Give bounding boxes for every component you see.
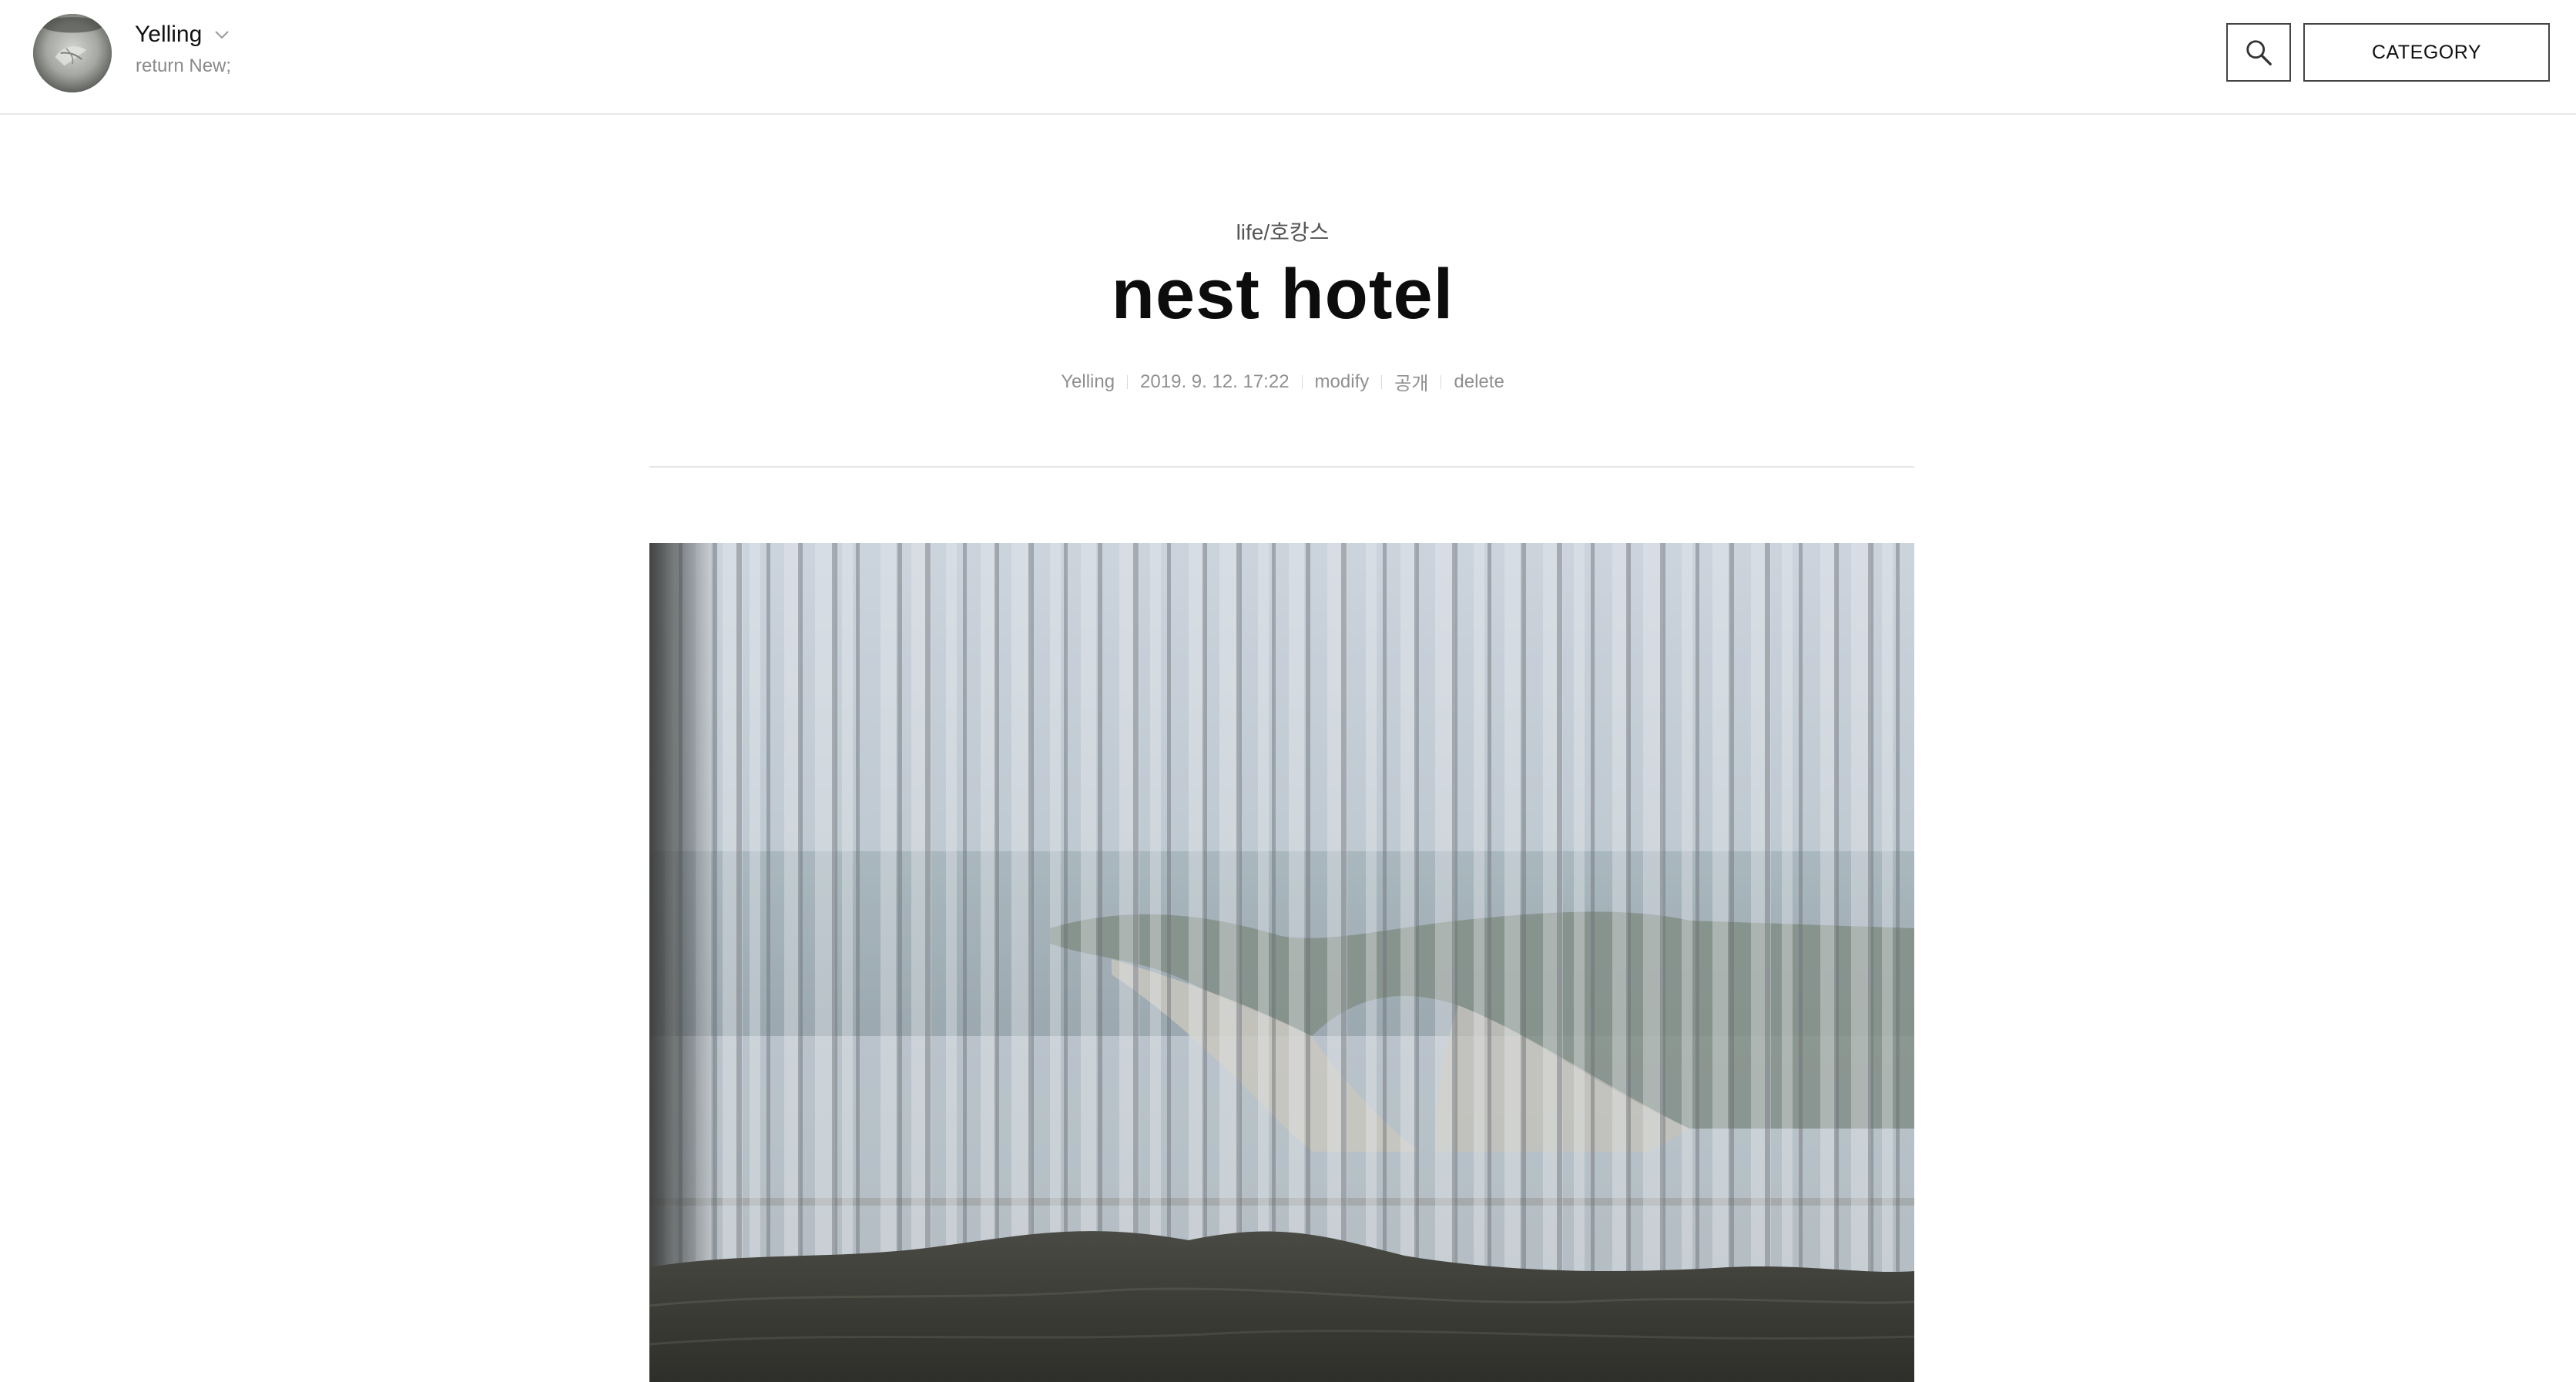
curtain-pleat-shadow	[1452, 543, 1457, 1382]
search-button[interactable]	[2226, 23, 2291, 82]
modify-link[interactable]: modify	[1313, 371, 1371, 393]
blog-title[interactable]: Yelling	[135, 22, 202, 48]
avatar-image	[33, 14, 112, 92]
post-photo	[649, 543, 1914, 1382]
curtain-pleat	[1712, 543, 1728, 1382]
curtain-pleat	[1682, 543, 1692, 1382]
meta-separator	[1127, 374, 1129, 389]
curtain-pleat	[1882, 543, 1893, 1382]
meta-separator	[1381, 374, 1383, 389]
delete-link[interactable]: delete	[1452, 371, 1505, 393]
curtain-pleat-shadow	[1414, 543, 1419, 1382]
blog-description: return New;	[136, 55, 232, 76]
curtain-pleat-shadow	[1521, 543, 1526, 1382]
hotel-window-photo	[649, 543, 1914, 1382]
curtain-pleat	[1612, 543, 1628, 1382]
curtain-pleat	[1504, 543, 1520, 1382]
post-title: nest hotel	[1111, 255, 1454, 334]
blog-title-dropdown[interactable]: Yelling	[135, 18, 231, 51]
header-divider	[649, 466, 1914, 468]
post-category-link[interactable]: life/호캉스	[0, 216, 2565, 247]
curtain-pleat-shadow	[1799, 543, 1803, 1382]
curtain-pleat-shadow	[766, 543, 770, 1382]
search-icon	[2246, 40, 2272, 65]
curtain-pleat	[1820, 543, 1836, 1382]
curtain-pleat	[750, 543, 760, 1382]
curtain-pleat-shadow	[1765, 543, 1770, 1382]
curtain-pleat	[1574, 543, 1585, 1382]
profile-avatar[interactable]	[33, 14, 112, 92]
meta-separator	[1301, 374, 1303, 389]
curtain-pleat-shadow	[1696, 543, 1699, 1382]
post-date: 2019. 9. 12. 17:22	[1140, 371, 1290, 392]
post-author: Yelling	[1061, 371, 1115, 392]
category-button[interactable]: CATEGORY	[2303, 23, 2550, 82]
chevron-down-icon[interactable]	[213, 25, 231, 44]
visibility-toggle[interactable]: 공개	[1393, 368, 1430, 395]
curtain-pleat	[1474, 543, 1484, 1382]
curtain-pleat-shadow	[736, 543, 742, 1382]
curtain-pleat-shadow	[1660, 543, 1665, 1382]
curtain-pleat-shadow	[1868, 543, 1873, 1382]
curtain-pleat-shadow	[1729, 543, 1734, 1382]
curtain-pleat-shadow	[1626, 543, 1631, 1382]
top-header: Yelling return New; CATEGORY	[0, 0, 2576, 115]
curtain-pleat	[1782, 543, 1793, 1382]
curtain-pleat-shadow	[1896, 543, 1900, 1382]
curtain-pleat-shadow	[1557, 543, 1562, 1382]
curtain-pleat-shadow	[1488, 543, 1491, 1382]
post-meta: Yelling 2019. 9. 12. 17:22 modify 공개 del…	[0, 368, 2565, 395]
curtain-pleat-shadow	[1591, 543, 1595, 1382]
curtain-pleat-shadow	[1834, 543, 1839, 1382]
